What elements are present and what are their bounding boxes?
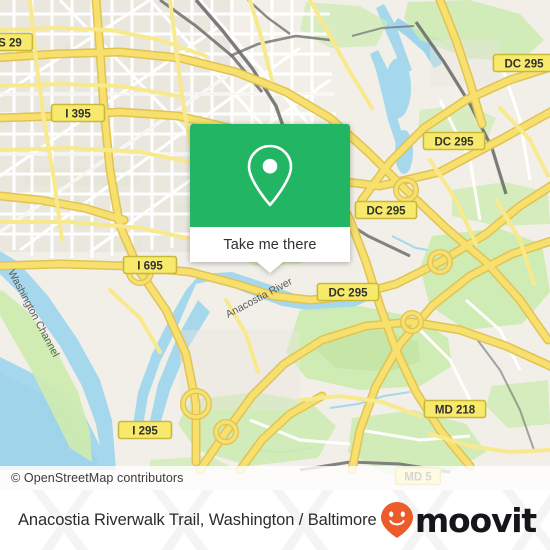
highway-shield: I 295 <box>117 420 173 440</box>
osm-attribution-text: © OpenStreetMap contributors <box>11 471 184 485</box>
svg-text:DC 295: DC 295 <box>367 205 407 217</box>
svg-text:I 395: I 395 <box>65 108 91 120</box>
highway-shield: DC 295 <box>492 53 550 73</box>
svg-text:S 29: S 29 <box>0 37 22 49</box>
highway-shield: S 29 <box>0 32 34 52</box>
svg-text:I 695: I 695 <box>137 260 163 272</box>
place-title: Anacostia Riverwalk Trail, Washington / … <box>18 510 377 529</box>
highway-shield: MD 218 <box>423 399 487 419</box>
place-popup-card[interactable]: Take me there <box>190 124 350 273</box>
footer-bar: Anacostia Riverwalk Trail, Washington / … <box>0 490 550 550</box>
popup-tail-arrow <box>257 262 283 273</box>
highway-shield: DC 295 <box>354 200 418 220</box>
highway-shield: I 395 <box>50 103 106 123</box>
svg-text:DC 295: DC 295 <box>505 58 545 70</box>
moovit-brand: moovit <box>380 500 537 540</box>
highway-shield: DC 295 <box>422 131 486 151</box>
svg-text:I 295: I 295 <box>132 425 158 437</box>
moovit-smiley-pin-logo <box>380 502 413 538</box>
popup-image-placeholder <box>190 124 350 227</box>
svg-text:MD 218: MD 218 <box>435 404 476 416</box>
take-me-there-label: Take me there <box>223 236 317 253</box>
svg-text:DC 295: DC 295 <box>329 287 369 299</box>
take-me-there-button[interactable]: Take me there <box>190 227 350 262</box>
osm-attribution: © OpenStreetMap contributors <box>0 466 550 490</box>
map-pin-icon <box>247 144 293 206</box>
svg-text:DC 295: DC 295 <box>435 136 475 148</box>
moovit-map-share-card: Washington Channel Anacostia River S 29 I… <box>0 0 550 550</box>
highway-shield: I 695 <box>122 255 178 275</box>
moovit-wordmark: moovit <box>414 500 537 540</box>
highway-shield: DC 295 <box>316 282 380 302</box>
